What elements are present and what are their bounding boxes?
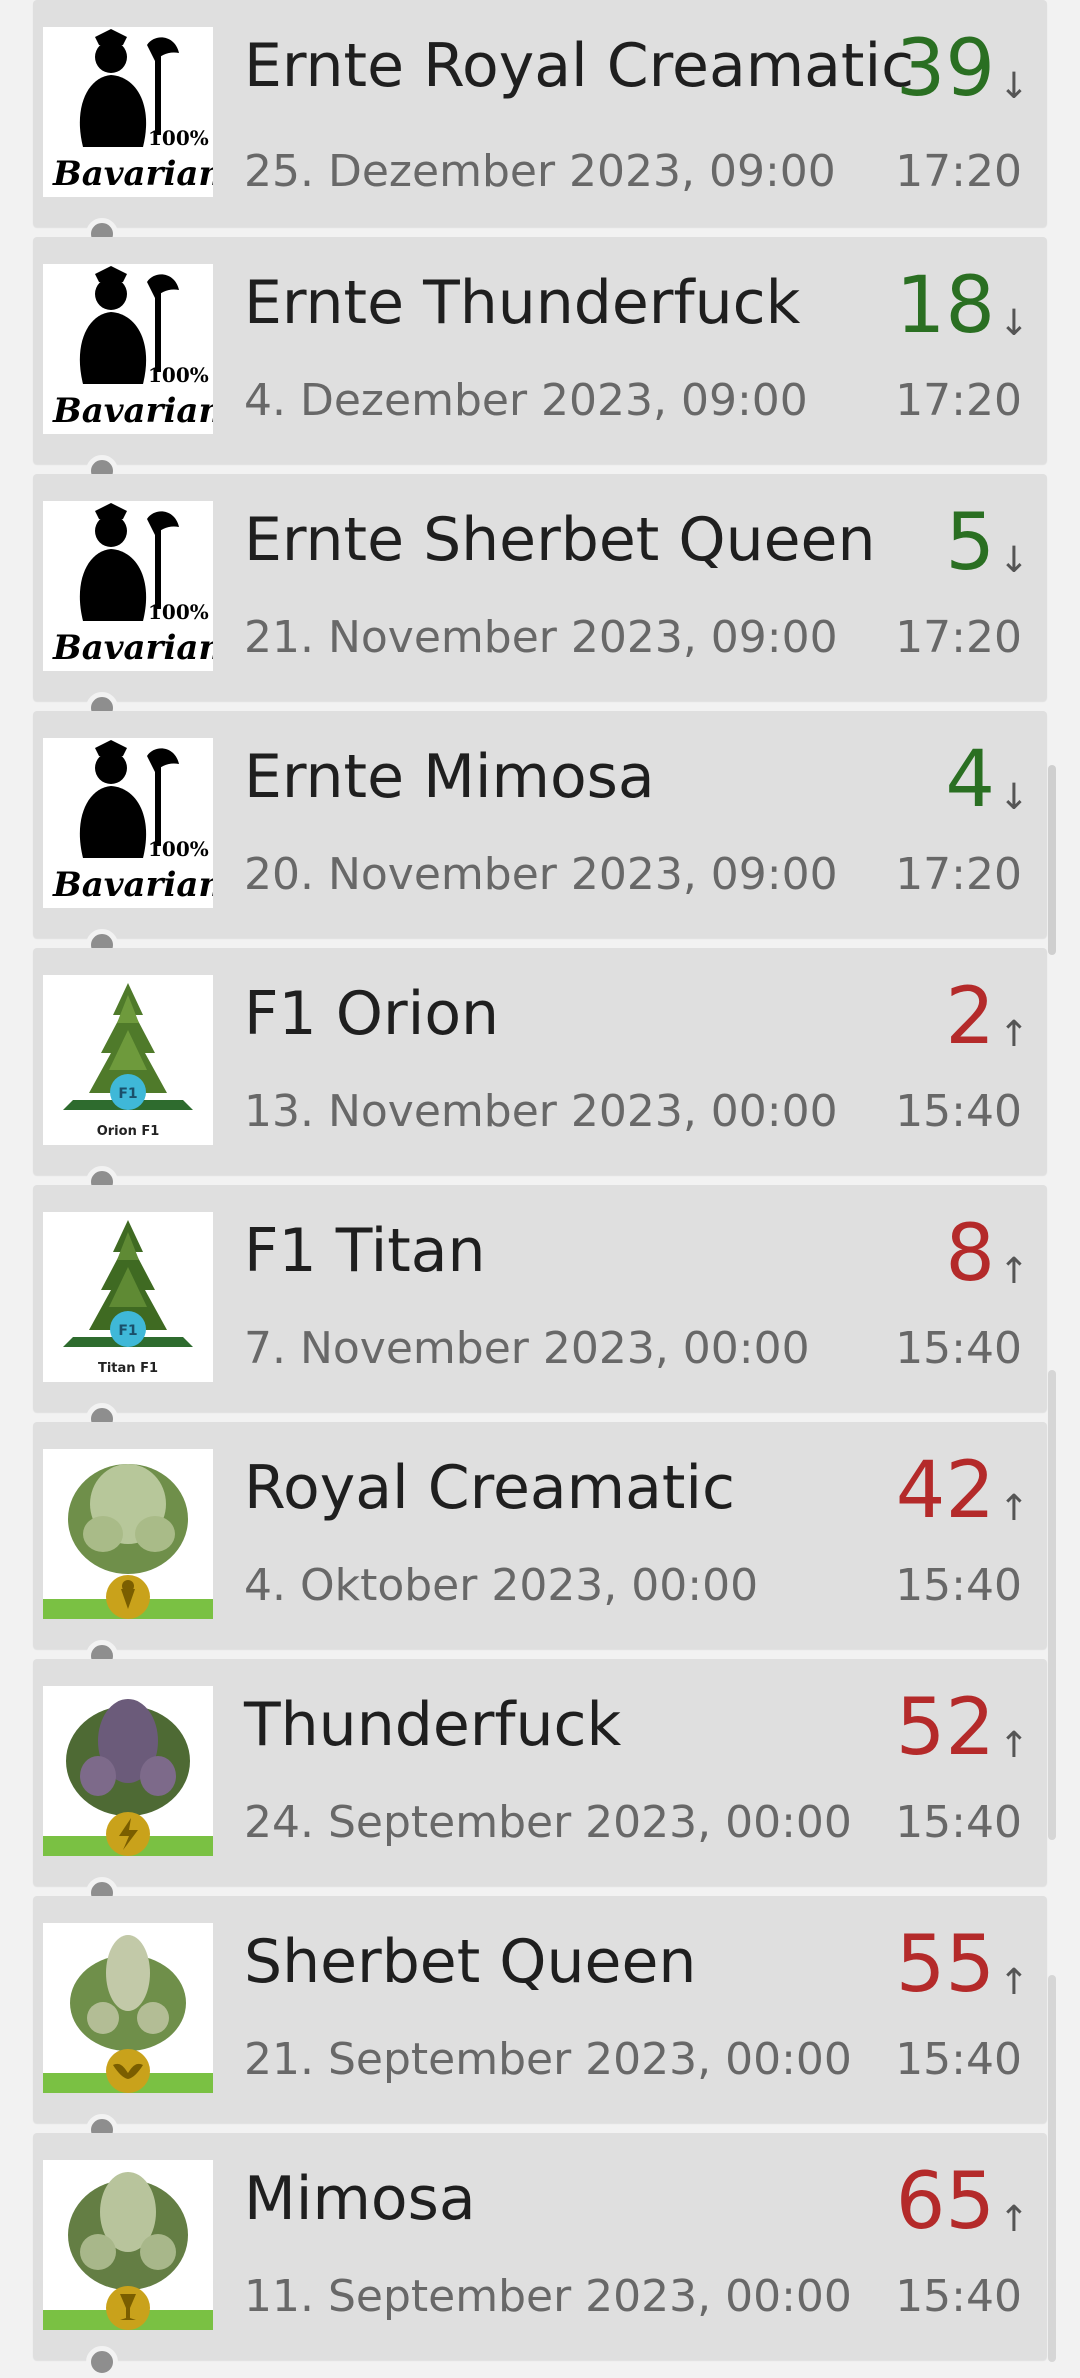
arrow-down-icon: ↓ (998, 303, 1029, 344)
bavarian-logo-icon: 100% Bavarian (43, 264, 213, 434)
scrollbar-thumb[interactable] (1048, 765, 1056, 955)
item-count: 8 (945, 1209, 995, 1299)
list-item[interactable]: 100% Bavarian Ernte Thunderfuck 4. Dezem… (33, 237, 1047, 464)
item-time: 15:40 (895, 1086, 1022, 1137)
item-date: 13. November 2023, 00:00 (244, 1086, 838, 1137)
arrow-up-icon: ↑ (998, 1251, 1029, 1292)
list-item[interactable]: 100% Bavarian Ernte Sherbet Queen 21. No… (33, 474, 1047, 701)
item-date: 25. Dezember 2023, 09:00 (244, 146, 836, 197)
item-count: 39 (895, 24, 995, 114)
list-item[interactable]: Thunderfuck 24. September 2023, 00:00 52… (33, 1659, 1047, 1886)
item-count: 65 (895, 2157, 995, 2247)
item-count: 18 (895, 261, 995, 351)
cannabis-plant-icon (43, 1923, 213, 2093)
svg-text:100%: 100% (148, 837, 209, 861)
item-title: Ernte Thunderfuck (244, 268, 801, 338)
item-date: 4. Dezember 2023, 09:00 (244, 375, 808, 426)
list-item[interactable]: F1 Orion F1 F1 Orion 13. November 2023, … (33, 948, 1047, 1175)
item-title: Thunderfuck (244, 1690, 622, 1760)
item-date: 20. November 2023, 09:00 (244, 849, 838, 900)
arrow-up-icon: ↑ (998, 2199, 1029, 2240)
item-date: 21. September 2023, 00:00 (244, 2034, 852, 2085)
item-date: 11. September 2023, 00:00 (244, 2271, 852, 2322)
item-date: 7. November 2023, 00:00 (244, 1323, 810, 1374)
item-time: 15:40 (895, 2034, 1022, 2085)
item-time: 15:40 (895, 1560, 1022, 1611)
item-count: 42 (895, 1446, 995, 1536)
bavarian-logo-icon: 100% Bavarian (43, 27, 213, 197)
arrow-up-icon: ↑ (998, 1488, 1029, 1529)
svg-text:100%: 100% (148, 600, 209, 624)
bavarian-logo-icon: 100% Bavarian (43, 501, 213, 671)
item-title: Royal Creamatic (244, 1453, 736, 1523)
item-count: 5 (945, 498, 995, 588)
item-title: Ernte Royal Creamatic (244, 31, 915, 101)
cannabis-plant-icon (43, 2160, 213, 2330)
item-time: 17:20 (895, 375, 1022, 426)
svg-text:100%: 100% (148, 363, 209, 387)
item-title: Ernte Mimosa (244, 742, 655, 812)
svg-text:Bavarian: Bavarian (52, 154, 213, 194)
item-time: 17:20 (895, 612, 1022, 663)
list-item[interactable]: Royal Creamatic 4. Oktober 2023, 00:00 4… (33, 1422, 1047, 1649)
timeline-list: 100% Bavarian Ernte Royal Creamatic 25. … (0, 0, 1080, 2378)
bavarian-logo-icon: 100% Bavarian (43, 738, 213, 908)
list-item[interactable]: 100% Bavarian Ernte Mimosa 20. November … (33, 711, 1047, 938)
list-item[interactable]: Sherbet Queen 21. September 2023, 00:00 … (33, 1896, 1047, 2123)
list-item[interactable]: 100% Bavarian Ernte Royal Creamatic 25. … (33, 0, 1047, 227)
arrow-up-icon: ↑ (998, 1014, 1029, 1055)
arrow-up-icon: ↑ (998, 1962, 1029, 2003)
item-title: F1 Titan (244, 1216, 486, 1286)
timeline-dot (86, 2346, 118, 2378)
plant-caption: Orion F1 (97, 1124, 160, 1139)
svg-text:Bavarian: Bavarian (52, 391, 213, 431)
item-date: 21. November 2023, 09:00 (244, 612, 838, 663)
item-date: 4. Oktober 2023, 00:00 (244, 1560, 759, 1611)
item-time: 15:40 (895, 1323, 1022, 1374)
item-title: Ernte Sherbet Queen (244, 505, 876, 575)
item-time: 15:40 (895, 2271, 1022, 2322)
arrow-down-icon: ↓ (998, 540, 1029, 581)
arrow-up-icon: ↑ (998, 1725, 1029, 1766)
svg-text:F1: F1 (118, 1323, 137, 1339)
item-date: 24. September 2023, 00:00 (244, 1797, 852, 1848)
cannabis-plant-icon (43, 1686, 213, 1856)
arrow-down-icon: ↓ (998, 66, 1029, 107)
item-title: F1 Orion (244, 979, 500, 1049)
f1-plant-icon: F1 Titan F1 (43, 1212, 213, 1382)
list-item[interactable]: F1 Titan F1 F1 Titan 7. November 2023, 0… (33, 1185, 1047, 1412)
item-time: 17:20 (895, 849, 1022, 900)
svg-text:Bavarian: Bavarian (52, 865, 213, 905)
item-time: 15:40 (895, 1797, 1022, 1848)
scrollbar-track-segment (1048, 1975, 1056, 2362)
svg-text:Bavarian: Bavarian (52, 628, 213, 668)
cannabis-plant-icon (43, 1449, 213, 1619)
item-count: 52 (895, 1683, 995, 1773)
item-count: 2 (945, 972, 995, 1062)
list-item[interactable]: Mimosa 11. September 2023, 00:00 65 ↑ 15… (33, 2133, 1047, 2360)
svg-text:100%: 100% (148, 126, 209, 150)
item-time: 17:20 (895, 146, 1022, 197)
item-count: 4 (945, 735, 995, 825)
item-count: 55 (895, 1920, 995, 2010)
item-title: Sherbet Queen (244, 1927, 697, 1997)
item-title: Mimosa (244, 2164, 476, 2234)
svg-text:F1: F1 (118, 1086, 137, 1102)
f1-plant-icon: F1 Orion F1 (43, 975, 213, 1145)
scrollbar-track-segment (1048, 1370, 1056, 1840)
arrow-down-icon: ↓ (998, 777, 1029, 818)
plant-caption: Titan F1 (98, 1361, 158, 1376)
